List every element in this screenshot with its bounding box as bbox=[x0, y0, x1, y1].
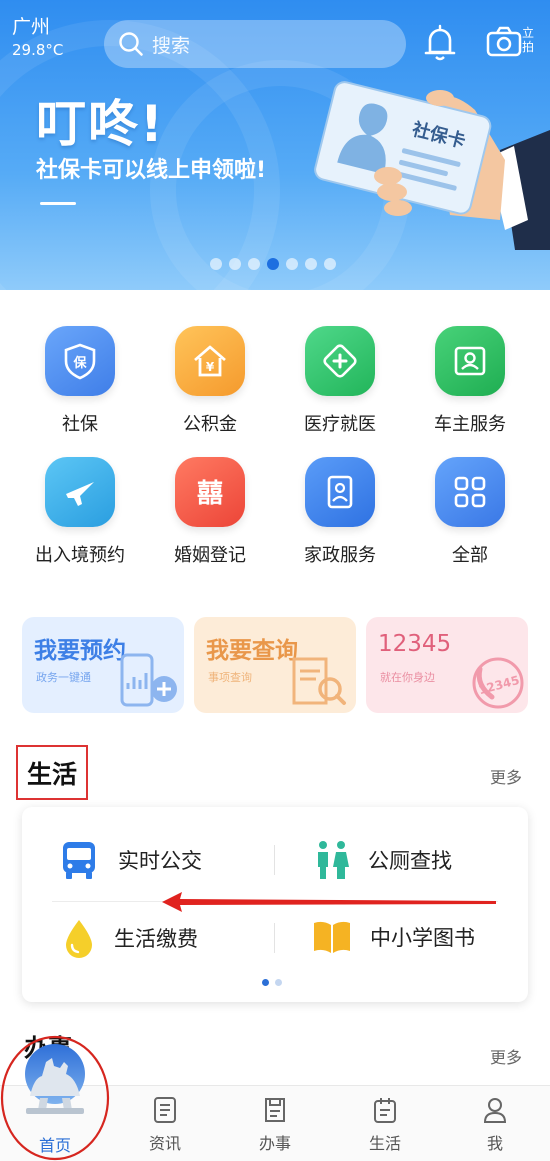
service-label: 出入境预约 bbox=[35, 545, 125, 566]
service-label: 全部 bbox=[452, 545, 488, 566]
quick-link-hotline[interactable]: 12345 就在你身边 12345 bbox=[366, 617, 528, 713]
city-label: 广州 bbox=[12, 16, 51, 38]
swipe-arrow-annotation bbox=[162, 892, 496, 912]
pagination-dot[interactable] bbox=[229, 258, 241, 270]
divider bbox=[274, 845, 275, 875]
tab-news[interactable]: 资讯 bbox=[110, 1086, 220, 1161]
home-content: 保 社保 ¥ 公积金 医疗就医 车主服务 出入境预约 囍 婚姻登记 家政服务 全… bbox=[0, 290, 550, 1085]
life-item-label: 生活缴费 bbox=[114, 927, 198, 951]
svg-text:囍: 囍 bbox=[197, 479, 223, 509]
service-label: 社保 bbox=[62, 414, 98, 435]
phone-chart-icon bbox=[120, 653, 177, 707]
tab-label: 我 bbox=[486, 1134, 503, 1153]
service-label: 婚姻登记 bbox=[174, 545, 246, 566]
tab-label: 办事 bbox=[258, 1134, 291, 1153]
service-medical[interactable]: 医疗就医 bbox=[275, 326, 405, 436]
document-search-icon bbox=[292, 657, 346, 705]
search-bar[interactable]: 搜索 bbox=[104, 20, 406, 68]
quick-link-title: 12345 bbox=[378, 631, 452, 657]
car-owner-icon bbox=[435, 326, 505, 396]
services-icon bbox=[265, 1098, 285, 1122]
tab-services[interactable]: 办事 bbox=[220, 1086, 330, 1161]
pagination-dot[interactable] bbox=[305, 258, 317, 270]
restroom-icon bbox=[318, 841, 349, 879]
weather-widget[interactable]: 广州 29.8°C bbox=[12, 12, 63, 59]
grid-icon bbox=[435, 457, 505, 527]
service-all[interactable]: 全部 bbox=[405, 457, 535, 567]
housekeeping-icon bbox=[305, 457, 375, 527]
banner-underline bbox=[40, 202, 76, 205]
service-housekeeping[interactable]: 家政服务 bbox=[275, 457, 405, 567]
camera-icon[interactable] bbox=[486, 26, 522, 58]
quick-link-title: 我要预约 bbox=[34, 638, 126, 664]
housing-fund-icon: ¥ bbox=[175, 326, 245, 396]
marriage-icon: 囍 bbox=[175, 457, 245, 527]
book-icon bbox=[314, 921, 350, 953]
airplane-icon bbox=[45, 457, 115, 527]
tab-label: 资讯 bbox=[148, 1134, 181, 1153]
life-item-bus[interactable]: 实时公交 bbox=[58, 839, 202, 881]
quick-link-appointment[interactable]: 我要预约 政务一键通 bbox=[22, 617, 184, 713]
banner-subtitle: 社保卡可以线上申领啦! bbox=[36, 158, 267, 183]
tab-life[interactable]: 生活 bbox=[330, 1086, 440, 1161]
life-item-school-books[interactable]: 中小学图书 bbox=[312, 919, 475, 955]
quick-link-title: 我要查询 bbox=[206, 638, 298, 664]
social-security-card-illustration: 社保卡 bbox=[314, 81, 550, 250]
life-item-label: 实时公交 bbox=[118, 849, 202, 873]
service-label: 公积金 bbox=[183, 414, 237, 435]
life-more-link[interactable]: 更多 bbox=[490, 764, 522, 788]
service-social-security[interactable]: 保 社保 bbox=[15, 326, 145, 436]
tab-profile[interactable]: 我 bbox=[440, 1086, 550, 1161]
quick-link-query[interactable]: 我要查询 事项查询 bbox=[194, 617, 356, 713]
pagination-dot[interactable] bbox=[286, 258, 298, 270]
pagination-dot[interactable] bbox=[262, 979, 269, 986]
tab-label: 生活 bbox=[368, 1134, 401, 1153]
profile-icon bbox=[483, 1098, 507, 1123]
life-item-label: 公厕查找 bbox=[368, 849, 452, 873]
pagination-dot[interactable] bbox=[324, 258, 336, 270]
svg-text:¥: ¥ bbox=[206, 360, 215, 374]
search-icon bbox=[119, 32, 143, 56]
service-entry-exit[interactable]: 出入境预约 bbox=[15, 457, 145, 567]
service-housing-fund[interactable]: ¥ 公积金 bbox=[145, 326, 275, 436]
home-icon[interactable] bbox=[0, 1032, 110, 1161]
pagination-dot[interactable] bbox=[267, 258, 279, 270]
banner-pagination[interactable] bbox=[210, 258, 336, 270]
social-security-icon: 保 bbox=[45, 326, 115, 396]
medical-icon bbox=[305, 326, 375, 396]
pagination-dot[interactable] bbox=[248, 258, 260, 270]
news-icon bbox=[154, 1097, 176, 1123]
life-item-restroom[interactable]: 公厕查找 bbox=[314, 839, 452, 881]
life-icon bbox=[374, 1098, 396, 1123]
life-pagination[interactable] bbox=[262, 979, 282, 986]
camera-label[interactable]: 立拍 bbox=[522, 26, 536, 54]
divider bbox=[274, 923, 275, 953]
quick-link-subtitle: 就在你身边 bbox=[380, 671, 435, 684]
service-label: 医疗就医 bbox=[304, 414, 376, 435]
work-more-link[interactable]: 更多 bbox=[490, 1044, 522, 1068]
quick-link-subtitle: 政务一键通 bbox=[36, 671, 91, 684]
pagination-dot[interactable] bbox=[275, 979, 282, 986]
bus-icon bbox=[63, 842, 95, 879]
svg-text:保: 保 bbox=[72, 355, 87, 371]
life-item-label: 中小学图书 bbox=[370, 926, 475, 950]
service-marriage[interactable]: 囍 婚姻登记 bbox=[145, 457, 275, 567]
banner[interactable]: 广州 29.8°C 搜索 立拍 叮咚! 社保卡可以线上申领啦! 社保卡 bbox=[0, 0, 550, 290]
pagination-dot[interactable] bbox=[210, 258, 222, 270]
service-car-owner[interactable]: 车主服务 bbox=[405, 326, 535, 436]
service-label: 家政服务 bbox=[304, 545, 376, 566]
temperature-label: 29.8°C bbox=[12, 41, 64, 59]
life-item-utility-payment[interactable]: 生活缴费 bbox=[62, 917, 198, 959]
service-label: 车主服务 bbox=[434, 414, 506, 435]
quick-link-subtitle: 事项查询 bbox=[208, 671, 252, 684]
bell-icon[interactable] bbox=[424, 24, 456, 62]
banner-title: 叮咚! bbox=[36, 95, 165, 153]
water-drop-icon bbox=[66, 920, 92, 958]
hotline-icon: 12345 bbox=[472, 657, 524, 709]
search-placeholder: 搜索 bbox=[152, 34, 191, 57]
svg-text:12345: 12345 bbox=[477, 673, 521, 697]
life-section-title: 生活 bbox=[16, 745, 88, 800]
